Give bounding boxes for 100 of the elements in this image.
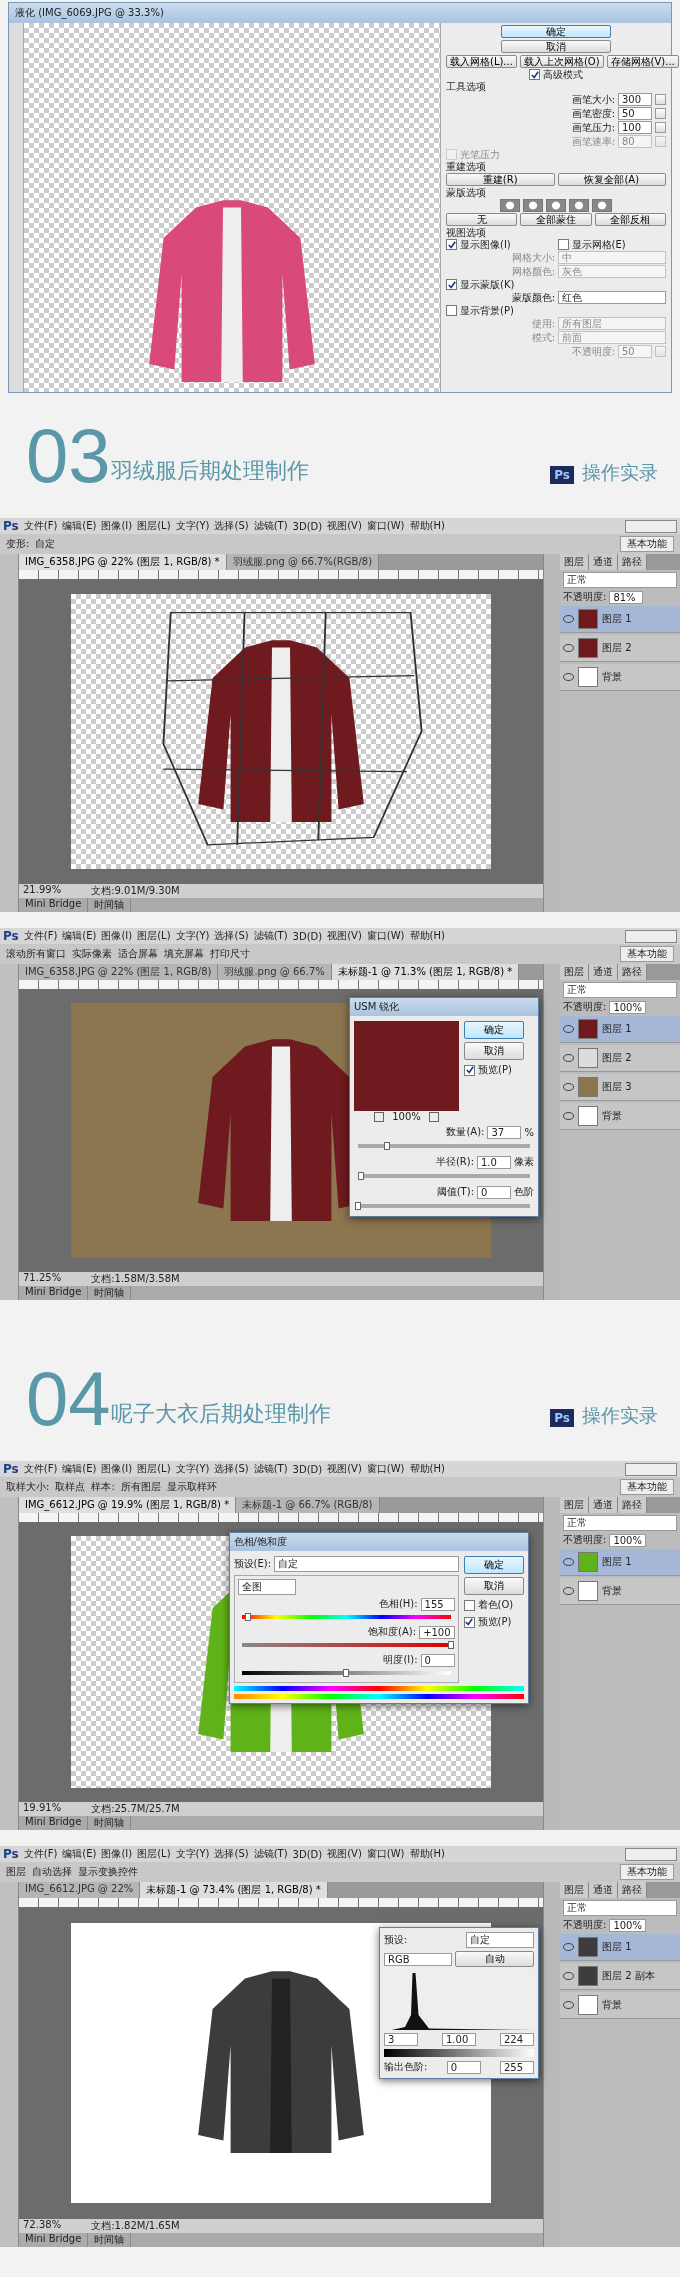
document-tab[interactable]: 羽绒服.png @ 66.7% (218, 964, 332, 980)
menu-item[interactable]: 文字(Y) (175, 519, 210, 533)
panel-tab[interactable]: 时间轴 (88, 1286, 132, 1300)
zoom-in-icon[interactable] (428, 1111, 439, 1122)
menu-item[interactable]: 文件(F) (23, 1462, 58, 1476)
option-button[interactable]: 无 (446, 213, 518, 226)
mask-mode-icon[interactable] (523, 199, 543, 212)
menu-item[interactable]: 图层(L) (137, 929, 171, 943)
input-field[interactable]: 37 (487, 1125, 522, 1139)
cancel-button[interactable]: 取消 (463, 1577, 524, 1595)
window-controls-icon[interactable] (625, 1462, 677, 1476)
option-button[interactable]: 全部反相 (594, 213, 666, 226)
input-field[interactable]: 0 (477, 1185, 511, 1199)
menu-item[interactable]: 图层(L) (137, 519, 171, 533)
workspace-dropdown[interactable]: 基本功能 (620, 1864, 674, 1880)
input-field[interactable]: 155 (420, 1597, 455, 1611)
input-field[interactable]: 224 (500, 2033, 534, 2046)
workspace-dropdown[interactable]: 基本功能 (620, 946, 674, 962)
slider-thumb[interactable] (244, 1613, 251, 1621)
menu-item[interactable]: 选择(S) (214, 1847, 249, 1861)
option-label[interactable]: 滚动所有窗口 (6, 947, 66, 961)
menu-item[interactable]: 窗口(W) (366, 1462, 405, 1476)
menu-item[interactable]: 文件(F) (23, 929, 58, 943)
slider-track[interactable] (241, 1643, 451, 1647)
layer-row[interactable]: 图层 1 (560, 1016, 680, 1043)
menu-item[interactable]: 滤镜(T) (253, 519, 288, 533)
ok-button[interactable]: 确定 (463, 1556, 524, 1574)
menu-item[interactable]: 视图(V) (327, 519, 362, 533)
input-field[interactable]: +100 (419, 1625, 455, 1639)
menu-item[interactable]: 编辑(E) (62, 1462, 97, 1476)
option-label[interactable]: 填充屏幕 (164, 947, 204, 961)
checkbox[interactable] (463, 1599, 475, 1611)
checkbox[interactable] (557, 239, 569, 250)
mask-mode-icon[interactable] (592, 199, 612, 212)
ok-button[interactable]: 确定 (501, 25, 611, 38)
option-label[interactable]: 自动选择 (32, 1865, 72, 1879)
panel-tab[interactable]: Mini Bridge (19, 2233, 89, 2247)
workspace-dropdown[interactable]: 基本功能 (620, 1479, 674, 1495)
menu-item[interactable]: 滤镜(T) (253, 1462, 288, 1476)
panel-tab[interactable]: 图层 (560, 1882, 589, 1898)
dropdown[interactable]: 全图 (237, 1579, 296, 1595)
input-field[interactable]: 255 (500, 2060, 534, 2074)
option-label[interactable]: 打印尺寸 (210, 947, 250, 961)
input-field[interactable]: 1.00 (442, 2033, 476, 2046)
menu-item[interactable]: 3D(D) (292, 520, 323, 532)
menu-item[interactable]: 图层(L) (137, 1847, 171, 1861)
document-tab[interactable]: 未标题-1 @ 66.7% (RGB/8) (236, 1497, 380, 1513)
menu-item[interactable]: 文字(Y) (175, 929, 210, 943)
menu-item[interactable]: 文件(F) (23, 519, 58, 533)
layer-row[interactable]: 背景 (560, 1103, 680, 1130)
blend-mode-dropdown[interactable]: 正常 (563, 1515, 677, 1531)
menu-item[interactable]: 帮助(H) (409, 1462, 445, 1476)
blend-mode-dropdown[interactable]: 正常 (563, 572, 677, 588)
menu-item[interactable]: 选择(S) (214, 929, 249, 943)
mesh-button[interactable]: 存储网格(V)... (606, 55, 679, 68)
layer-row[interactable]: 图层 1 (560, 1934, 680, 1961)
menu-item[interactable]: 帮助(H) (409, 929, 445, 943)
mask-mode-icon[interactable] (500, 199, 520, 212)
panel-tab[interactable]: 通道 (589, 1882, 618, 1898)
layer-row[interactable]: 图层 2 (560, 1045, 680, 1072)
panel-tab[interactable]: 时间轴 (88, 898, 132, 912)
cancel-button[interactable]: 取消 (464, 1042, 524, 1060)
mask-mode-icon[interactable] (569, 199, 589, 212)
menu-item[interactable]: 帮助(H) (409, 519, 445, 533)
opacity-field[interactable]: 100% (609, 1918, 646, 1932)
menu-item[interactable]: 编辑(E) (62, 929, 97, 943)
option-label[interactable]: 取样点 (55, 1480, 86, 1494)
panel-tab[interactable]: 通道 (589, 1497, 618, 1513)
layer-row[interactable]: 图层 1 (560, 1549, 680, 1576)
window-controls-icon[interactable] (625, 519, 677, 533)
cancel-button[interactable]: 取消 (501, 40, 611, 53)
panel-tab[interactable]: 时间轴 (88, 1816, 132, 1830)
checkbox[interactable] (446, 305, 457, 316)
panel-tab[interactable]: 图层 (560, 964, 589, 980)
panel-tab[interactable]: 图层 (560, 1497, 589, 1513)
menu-item[interactable]: 选择(S) (214, 1462, 249, 1476)
menu-item[interactable]: 编辑(E) (62, 1847, 97, 1861)
option-button[interactable]: 恢复全部(A) (557, 173, 666, 186)
option-button[interactable]: 全部蒙住 (520, 213, 592, 226)
panel-tab[interactable]: 时间轴 (88, 2233, 132, 2247)
layer-row[interactable]: 背景 (560, 664, 680, 691)
menu-item[interactable]: 选择(S) (214, 519, 249, 533)
menu-item[interactable]: 窗口(W) (366, 1847, 405, 1861)
document-tab[interactable]: IMG_6358.JPG @ 22% (图层 1, RGB/8) * (19, 554, 227, 570)
document-tab[interactable]: 羽绒服.png @ 66.7%(RGB/8) (226, 554, 380, 570)
layer-row[interactable]: 图层 3 (560, 1074, 680, 1101)
input-field[interactable]: 0 (446, 2060, 481, 2074)
dropdown[interactable]: 红色 (558, 291, 666, 304)
menu-item[interactable]: 视图(V) (327, 1847, 362, 1861)
option-label[interactable]: 显示变换控件 (78, 1865, 138, 1879)
document-tab[interactable]: IMG_6358.JPG @ 22% (图层 1, RGB/8) (19, 964, 219, 980)
menu-item[interactable]: 视图(V) (327, 1462, 362, 1476)
option-label[interactable]: 实际像素 (72, 947, 112, 961)
mesh-button[interactable]: 载入网格(L)... (446, 55, 517, 68)
menu-item[interactable]: 图像(I) (101, 1462, 133, 1476)
panel-tab[interactable]: Mini Bridge (19, 1286, 89, 1300)
menu-item[interactable]: 3D(D) (292, 1848, 323, 1860)
menu-item[interactable]: 滤镜(T) (253, 1847, 288, 1861)
slider-thumb[interactable] (355, 1202, 361, 1210)
menu-item[interactable]: 帮助(H) (409, 1847, 445, 1861)
